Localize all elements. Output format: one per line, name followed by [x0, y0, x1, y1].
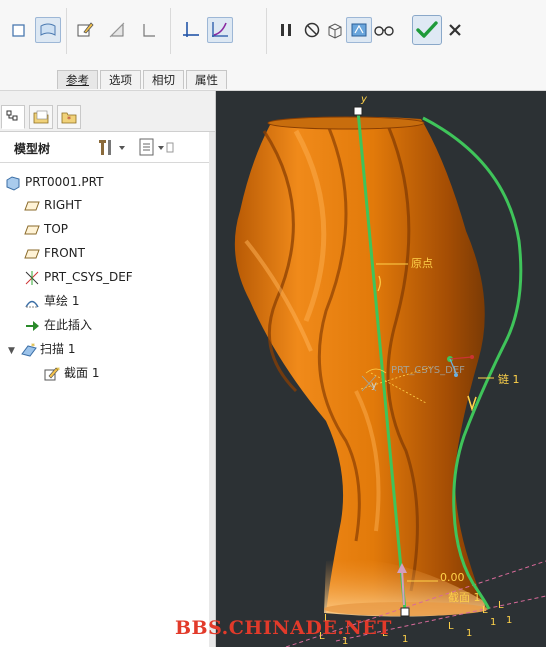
- tab-options[interactable]: 选项: [100, 70, 141, 89]
- surface-icon[interactable]: [35, 17, 61, 43]
- variable-section-icon[interactable]: [207, 17, 233, 43]
- model-tree-header: 模型树: [0, 132, 209, 163]
- csys-y-label: y: [371, 380, 377, 391]
- tree-item-sweep[interactable]: ▼ * 扫描 1: [8, 338, 75, 360]
- l-marker: L: [498, 600, 504, 611]
- tree-item-label: 草绘 1: [44, 294, 80, 308]
- svg-text:*: *: [67, 115, 71, 124]
- feature-dashboard: 参考 选项 相切 属性: [0, 0, 546, 91]
- solid-icon[interactable]: [6, 17, 32, 43]
- csys-icon: [24, 270, 40, 286]
- tree-item-label: PRT_CSYS_DEF: [44, 270, 133, 284]
- sketch-icon: [24, 294, 40, 310]
- settings-tools-icon[interactable]: [96, 137, 126, 161]
- tab-tangency[interactable]: 相切: [143, 70, 184, 89]
- datum-plane-icon: [24, 246, 40, 262]
- sweep-icon: *: [20, 342, 37, 358]
- tree-item-insert-here[interactable]: 在此插入: [24, 314, 92, 336]
- trajectory-end-handle: [400, 607, 410, 617]
- tree-item-top[interactable]: TOP: [24, 218, 68, 240]
- chain-label[interactable]: 链 1: [498, 372, 520, 386]
- insert-arrow-icon: [24, 318, 40, 334]
- tab-references[interactable]: 参考: [57, 70, 98, 89]
- trajectory-start-handle: [353, 106, 363, 116]
- tree-item-label: 截面 1: [64, 366, 100, 380]
- svg-text:*: *: [56, 366, 60, 375]
- pause-icon[interactable]: [273, 17, 299, 43]
- svg-text:*: *: [31, 342, 35, 351]
- graphics-viewport[interactable]: y 原点 链 1 PRT_CSYS_DEF y 0.00 截面 1 L L 1 …: [216, 91, 546, 647]
- dimension-value[interactable]: 0.00: [440, 571, 465, 584]
- remove-material-icon[interactable]: [104, 17, 130, 43]
- tree-scrollbar[interactable]: [209, 132, 215, 647]
- tab-properties[interactable]: 属性: [186, 70, 227, 89]
- constant-section-icon[interactable]: [178, 17, 204, 43]
- preview-wire-icon[interactable]: [322, 17, 348, 43]
- folder-icon: [33, 110, 49, 124]
- verify-preview-icon[interactable]: [346, 17, 372, 43]
- tree-item-section[interactable]: * 截面 1: [44, 362, 99, 384]
- tree-item-label: FRONT: [44, 246, 85, 260]
- tab-favorites[interactable]: *: [57, 105, 81, 129]
- one-marker: 1: [402, 634, 408, 645]
- section-label[interactable]: 截面 1: [448, 590, 481, 604]
- glasses-preview-icon[interactable]: [371, 17, 397, 43]
- show-list-icon[interactable]: [138, 137, 174, 161]
- confirm-button[interactable]: [412, 15, 442, 45]
- tree-item-label: RIGHT: [44, 198, 82, 212]
- tab-folder-browser[interactable]: [29, 105, 53, 129]
- navigator-tabs: *: [0, 91, 215, 132]
- tree-icon: [6, 110, 18, 121]
- tree-item-right[interactable]: RIGHT: [24, 194, 82, 216]
- tree-item-label: TOP: [44, 222, 69, 236]
- origin-label[interactable]: 原点: [411, 257, 433, 270]
- one-marker: 1: [466, 628, 472, 639]
- one-marker: 1: [506, 615, 512, 626]
- datum-plane-icon: [24, 198, 40, 214]
- tree-item-csys[interactable]: PRT_CSYS_DEF: [24, 266, 133, 288]
- model-tree-title: 模型树: [14, 142, 51, 156]
- tree-item-label: 扫描 1: [40, 342, 76, 356]
- close-icon: [449, 24, 461, 36]
- tree-item-label: 在此插入: [44, 318, 93, 332]
- model-tree-panel: * 模型树 PRT0001.PRT RIGHT TOP FRONT PRT_CS…: [0, 91, 216, 647]
- l-marker: L: [482, 605, 488, 616]
- top-y-label: y: [360, 94, 368, 105]
- thicken-icon[interactable]: [136, 17, 162, 43]
- l-marker: L: [448, 621, 454, 632]
- cancel-button[interactable]: [442, 17, 468, 43]
- part-icon: [5, 175, 21, 191]
- collapse-arrow-icon[interactable]: ▼: [8, 340, 20, 362]
- model-view: y 原点 链 1 PRT_CSYS_DEF y 0.00 截面 1 L L 1 …: [234, 94, 546, 647]
- dashboard-tabs: 参考 选项 相切 属性: [57, 70, 229, 90]
- datum-plane-icon: [24, 222, 40, 238]
- tree-item-label: PRT0001.PRT: [25, 175, 104, 189]
- tree-item-part[interactable]: PRT0001.PRT: [5, 171, 103, 193]
- tree-item-sketch[interactable]: 草绘 1: [24, 290, 79, 312]
- section-icon: *: [44, 366, 60, 382]
- csys-label: PRT_CSYS_DEF: [391, 365, 465, 376]
- favorites-icon: *: [61, 112, 77, 124]
- tree-item-front[interactable]: FRONT: [24, 242, 85, 264]
- sketch-edit-icon[interactable]: [72, 17, 98, 43]
- one-marker: 1: [490, 617, 496, 628]
- watermark: BBS.CHINADE.NET: [175, 617, 392, 639]
- checkmark-icon: [416, 21, 438, 38]
- tab-model-tree[interactable]: [1, 105, 25, 129]
